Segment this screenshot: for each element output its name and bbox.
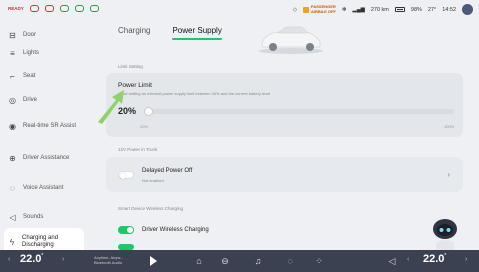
status-bar: READY ◇ PASSENGER AIRBAG OFF ✻ ▂▄▆ 270 k… xyxy=(0,0,479,22)
lights-icon: ≡ xyxy=(10,48,15,58)
car-illustration xyxy=(259,26,323,54)
sidebar-item-label: Seat xyxy=(23,72,36,79)
sidebar-item-label: Door xyxy=(23,31,37,38)
temp-left-decrease-icon[interactable]: ‹ xyxy=(8,256,10,263)
toggle-dot xyxy=(127,227,133,233)
sidebar-item-label: Charging and Discharging xyxy=(22,235,59,248)
sidebar-item-voice-assistant[interactable]: ◌ Voice Assistant xyxy=(4,177,84,199)
warning-icon-2 xyxy=(44,5,54,12)
sidebar-item-sr-assist[interactable]: ◉ Real-time SR Assist xyxy=(4,115,84,137)
toggle-dot xyxy=(120,173,126,179)
airbag-icon xyxy=(302,6,309,13)
status-bar-left: READY xyxy=(8,5,99,12)
lamp-icon xyxy=(74,5,84,12)
left-temp-value: 22.0 xyxy=(20,253,42,265)
sidebar-item-label: Drive xyxy=(23,96,38,103)
slider-max-label: 100% xyxy=(444,124,455,129)
location-icon: ◇ xyxy=(292,6,297,13)
delayed-power-off-toggle[interactable] xyxy=(118,171,134,179)
sounds-icon: ◁ xyxy=(9,212,16,222)
delayed-power-off-card[interactable]: Delayed Power Off Not enabled › xyxy=(106,157,463,192)
temp-right-increase-icon[interactable]: › xyxy=(465,256,467,263)
sidebar-item-label: Sounds xyxy=(23,213,44,220)
sidebar-item-sounds[interactable]: ◁ Sounds xyxy=(4,206,84,228)
battery-pct: 98% xyxy=(410,6,422,13)
section-label-trunk: 12V Power in Trunk xyxy=(118,147,158,152)
sidebar-item-label: Driver Assistance xyxy=(23,154,70,161)
temp-right-decrease-icon[interactable]: ‹ xyxy=(407,256,409,263)
section-label-wireless: Smart Device Wireless Charging xyxy=(118,206,184,211)
clock: 14:52 xyxy=(442,6,456,13)
car-icon[interactable]: ⊖ xyxy=(219,255,231,267)
power-limit-card: Power Limit Allow setting an external po… xyxy=(106,73,463,137)
slider-knob[interactable] xyxy=(144,107,153,116)
outside-temperature: 27° xyxy=(427,6,437,13)
avatar[interactable] xyxy=(462,4,473,15)
ready-tag: READY xyxy=(8,6,24,11)
power-limit-slider[interactable] xyxy=(144,107,454,116)
tab-power-supply[interactable]: Power Supply xyxy=(172,26,223,40)
range-text: 270 km xyxy=(370,6,389,13)
sidebar-item-seat[interactable]: ⌐ Seat xyxy=(4,65,84,87)
tab-charging[interactable]: Charging xyxy=(118,26,150,35)
temp-left-increase-icon[interactable]: › xyxy=(62,256,64,263)
driver-wireless-toggle[interactable] xyxy=(118,226,134,234)
sr-assist-icon: ◉ xyxy=(9,121,16,131)
sidebar-item-label: Real-time SR Assist xyxy=(23,122,77,129)
driver-assistance-icon: ⊕ xyxy=(9,153,16,163)
drive-icon: ◎ xyxy=(9,95,16,105)
signal-icon: ▂▄▆ xyxy=(352,6,365,13)
media-info[interactable]: Anytime, Anyw... Bluetooth Audio xyxy=(94,255,123,265)
voice-assistant-icon: ◌ xyxy=(10,183,15,193)
battery-icon xyxy=(394,7,405,12)
right-temp-value: 22.0 xyxy=(423,253,445,265)
seat-icon: ⌐ xyxy=(10,71,15,81)
delayed-power-off-title: Delayed Power Off xyxy=(142,168,193,174)
sidebar-item-driver-assistance[interactable]: ⊕ Driver Assistance xyxy=(4,147,84,169)
left-temperature[interactable]: 22.0° xyxy=(20,253,43,265)
assist-icon xyxy=(89,5,99,12)
status-bar-right: ◇ PASSENGER AIRBAG OFF ✻ ▂▄▆ 270 km 98% … xyxy=(293,4,473,15)
sidebar-item-drive[interactable]: ◎ Drive xyxy=(4,89,84,111)
warning-icon xyxy=(29,5,39,12)
music-icon[interactable]: ♫ xyxy=(252,255,264,267)
airbag-off-label: AIRBAG OFF xyxy=(310,8,336,14)
sidebar-item-label: Voice Assistant xyxy=(23,184,64,191)
eco-icon xyxy=(59,5,69,12)
volume-icon[interactable]: ◁ xyxy=(386,255,398,267)
passenger-airbag-indicator: PASSENGER AIRBAG OFF xyxy=(302,4,336,14)
assistant-robot-icon[interactable] xyxy=(430,217,460,253)
chevron-right-icon: › xyxy=(447,170,450,179)
driver-wireless-label: Driver Wireless Charging xyxy=(142,227,209,233)
camera-360-icon[interactable]: ◌ xyxy=(284,255,296,267)
section-label-limit: Limit Setting xyxy=(118,64,143,69)
sidebar: ⊟ Door ≡ Lights ⌐ Seat ◎ Drive ◉ Real-ti… xyxy=(0,22,88,256)
tab-bar: Charging Power Supply xyxy=(118,26,223,40)
media-subtitle: Bluetooth Audio xyxy=(94,260,123,265)
home-icon[interactable]: ⌂ xyxy=(193,255,205,267)
right-temperature[interactable]: 22.0° xyxy=(423,253,446,265)
delayed-power-off-subtitle: Not enabled xyxy=(142,178,164,183)
bottom-dock: ‹ 22.0° › Anytime, Anyw... Bluetooth Aud… xyxy=(0,250,479,272)
slider-min-label: 20% xyxy=(140,124,149,129)
door-icon: ⊟ xyxy=(9,30,16,40)
play-icon[interactable] xyxy=(150,256,157,266)
bluetooth-icon: ✻ xyxy=(341,6,347,13)
apps-icon[interactable]: ⁘ xyxy=(313,255,325,267)
sidebar-item-lights[interactable]: ≡ Lights xyxy=(4,42,84,64)
charging-icon: ϟ xyxy=(9,237,15,247)
sidebar-item-label: Lights xyxy=(23,49,40,56)
callout-arrow-icon xyxy=(98,90,124,124)
power-limit-description: Allow setting an external power supply l… xyxy=(118,91,271,96)
